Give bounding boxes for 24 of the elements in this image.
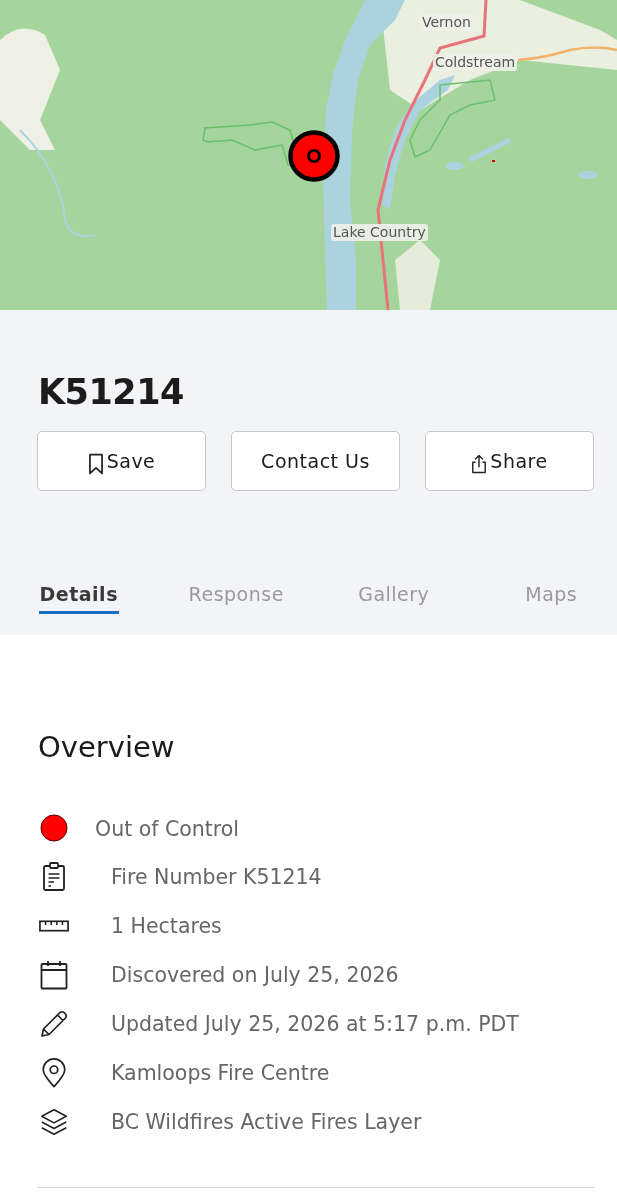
status-text: Out of Control	[95, 817, 240, 841]
detail-text: BC Wildfires Active Fires Layer	[111, 1109, 422, 1134]
calendar-icon	[40, 959, 68, 990]
contact-button[interactable]: Contact Us	[231, 431, 400, 491]
bookmark-icon	[87, 453, 104, 475]
location-pin-icon	[40, 1057, 68, 1088]
detail-text: 1 Hectares	[111, 913, 222, 938]
tab[interactable]: Details	[38, 581, 119, 614]
map-place-label: Coldstream	[433, 54, 518, 71]
detail-text: Discovered on July 25, 2026	[111, 962, 399, 987]
share-button[interactable]: Share	[425, 431, 594, 491]
detail-text: Kamloops Fire Centre	[111, 1060, 330, 1085]
section-heading: Overview	[38, 729, 175, 766]
share-icon	[471, 453, 488, 475]
ruler-icon	[39, 919, 69, 932]
detail-text: Fire Number K51214	[111, 864, 322, 889]
map-place-label: Lake Country	[331, 224, 428, 241]
detail-text: Updated July 25, 2026 at 5:17 p.m. PDT	[111, 1011, 519, 1036]
save-button[interactable]: Save	[37, 431, 206, 491]
map-place-label: Vernon	[420, 14, 473, 31]
pencil-icon	[40, 1008, 68, 1039]
clipboard-icon	[40, 861, 68, 892]
layers-icon	[40, 1106, 68, 1137]
fire-title: K51214	[38, 371, 184, 414]
